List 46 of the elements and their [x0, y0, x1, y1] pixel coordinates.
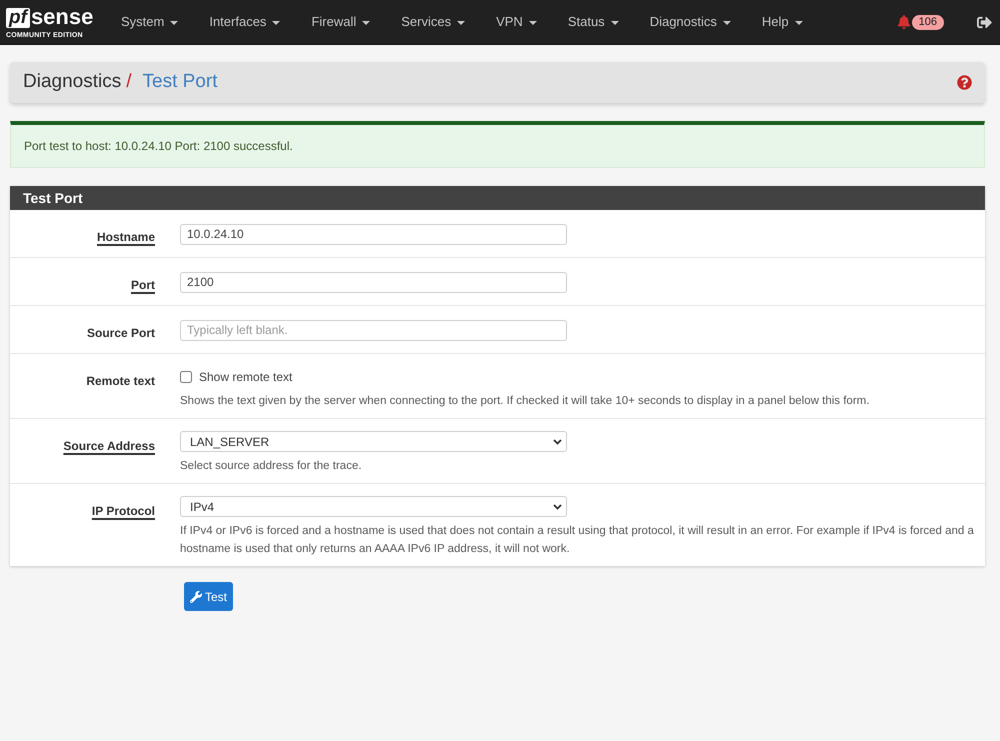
nav-menu-item[interactable]: Diagnostics [650, 12, 731, 32]
field-label: Source Port [86, 326, 155, 340]
field-label: Remote text [86, 374, 155, 388]
wrench-icon [190, 590, 202, 602]
breadcrumb-separator: / [126, 70, 132, 94]
chevron-down-icon [553, 504, 562, 510]
caret-icon [528, 20, 537, 24]
caret-icon [170, 20, 178, 24]
breadcrumb-parent[interactable]: Diagnostics [23, 68, 122, 97]
nav-menu-item[interactable]: Firewall [311, 12, 370, 32]
help-text: Select source address for the trace. [180, 459, 363, 474]
logout-icon[interactable] [977, 14, 992, 30]
help-icon[interactable] [957, 75, 972, 90]
bell-icon[interactable] [896, 15, 911, 29]
caret-icon [457, 20, 466, 24]
caret-icon [794, 20, 803, 24]
field-label: Source Address [63, 439, 155, 453]
nav-menu-item[interactable]: VPN [496, 12, 537, 32]
alert-message: Port test to host: 10.0.24.10 Port: 2100 successful. [24, 138, 293, 155]
chevron-down-icon [553, 438, 562, 444]
panel-title: Test Port [23, 188, 83, 208]
text-field[interactable]: 10.0.24.10 [180, 224, 567, 244]
field-label: Hostname [96, 230, 155, 244]
text-field[interactable]: 2100 [180, 272, 567, 292]
field-label: IP Protocol [92, 504, 155, 518]
nav-menu-item[interactable]: Status [568, 12, 619, 32]
nav-menu-item[interactable]: Help [762, 12, 803, 32]
logo-wordmark: sense [30, 6, 94, 28]
test-button[interactable]: Test [184, 582, 234, 611]
nav-menu-item[interactable]: System [121, 12, 178, 32]
logo-mark: pf [6, 8, 30, 28]
nav-menu-item[interactable]: Interfaces [209, 12, 280, 32]
field-label: Port [131, 278, 155, 292]
caret-icon [722, 20, 731, 24]
select-field[interactable]: IPv4 [180, 496, 567, 517]
checkbox[interactable] [180, 370, 192, 382]
caret-icon [272, 20, 280, 24]
notification-count[interactable]: 106 [912, 14, 944, 30]
caret-icon [362, 20, 370, 24]
checkbox-label[interactable]: Show remote text [199, 368, 292, 386]
caret-icon [610, 20, 619, 24]
nav-menu-item[interactable]: Services [401, 12, 466, 32]
text-field[interactable]: Typically left blank. [180, 320, 567, 340]
help-text: If IPv4 or IPv6 is forced and a hostname is used that does not contain a result using that protocol, it will result in an error. For example if IPv4 is forced and a hostname is used that only returns an AAAA IPv6 IP address, it will not work. [180, 524, 975, 557]
help-text: Shows the text given by the server when connecting to the port. If checked it will take 10+ seconds to display in a panel below this form. [180, 394, 870, 409]
select-field[interactable]: LAN_SERVER [180, 431, 567, 452]
